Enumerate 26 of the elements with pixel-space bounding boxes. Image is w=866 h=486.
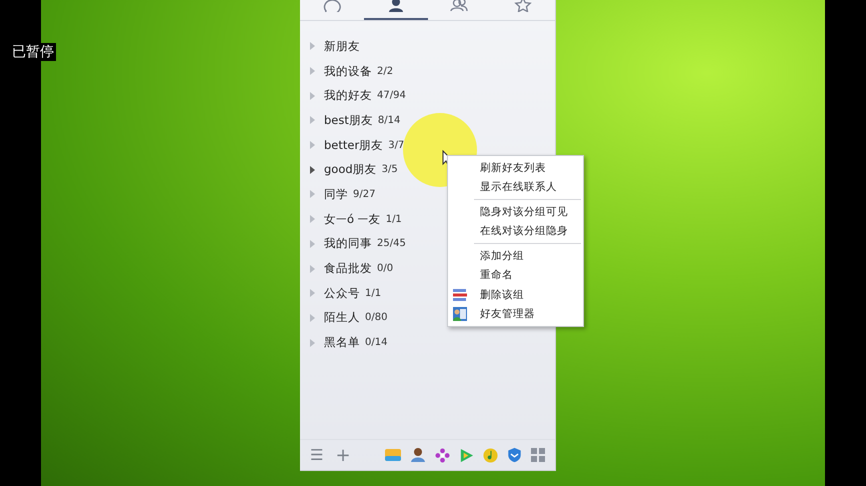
group-count: 0/80 <box>365 312 388 324</box>
paused-label: 已暂停 <box>10 43 56 61</box>
group-count: 3/5 <box>382 164 398 176</box>
group-name: 女ᅳó ᅳ友 <box>324 212 381 227</box>
group-name: best朋友 <box>324 112 373 128</box>
group-count: 2/2 <box>377 66 394 77</box>
group-count: 0/14 <box>365 337 388 348</box>
group-count: 8/14 <box>378 114 400 126</box>
group-name: 新朋友 <box>324 38 360 54</box>
group-count: 1/1 <box>365 288 382 299</box>
group-count: 9/27 <box>353 188 376 200</box>
group-name: 陌生人 <box>324 310 360 326</box>
group-count: 3/7 <box>388 140 404 151</box>
group-name: 公众号 <box>324 286 360 301</box>
group-count: 47/94 <box>377 90 406 102</box>
group-count: 0/0 <box>377 263 394 274</box>
group-name: 黑名单 <box>324 335 360 350</box>
group-name: 我的好友 <box>324 88 372 104</box>
group-name: 食品批发 <box>324 261 372 276</box>
group-name: better朋友 <box>324 138 384 153</box>
group-name: good朋友 <box>324 162 377 178</box>
group-name: 我的设备 <box>324 64 372 79</box>
group-name: 我的同事 <box>324 236 372 252</box>
group-count: 25/45 <box>377 238 406 250</box>
group-count: 1/1 <box>386 214 402 225</box>
group-name: 同学 <box>324 186 348 202</box>
